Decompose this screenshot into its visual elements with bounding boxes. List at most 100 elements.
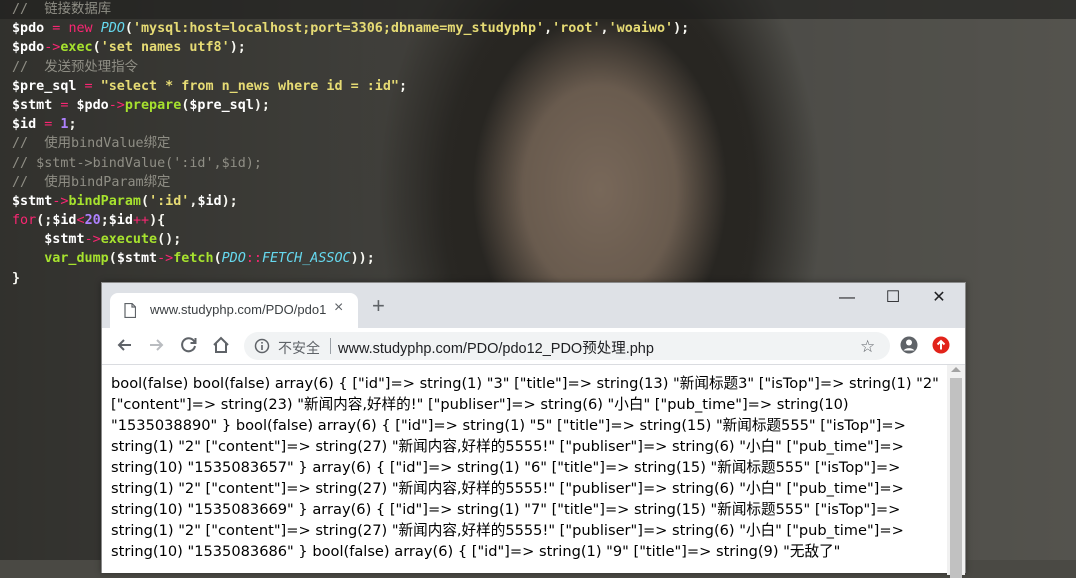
bookmark-star-icon[interactable]: ☆ — [860, 337, 875, 357]
code-line: $pdo = new PDO('mysql:host=localhost;por… — [12, 19, 689, 38]
vertical-scrollbar[interactable] — [947, 365, 965, 578]
code-token: 'set names utf8' — [100, 40, 230, 56]
code-line: $pre_sql = "select * from n_news where i… — [12, 77, 689, 96]
code-token: = — [76, 78, 101, 94]
code-token: // 链接数据库 — [12, 2, 112, 17]
security-label: 不安全 — [278, 340, 320, 356]
code-token: , — [600, 21, 609, 37]
address-bar[interactable]: 不安全 www.studyphp.com/PDO/pdo12_PDO预处理.ph… — [244, 332, 890, 360]
code-token: -> — [52, 193, 69, 209]
code-token: $pre_sql — [189, 97, 254, 113]
code-token: $stmt — [12, 193, 53, 209]
code-token: ); — [253, 97, 270, 113]
page-icon — [124, 303, 136, 318]
tab-title: www.studyphp.com/PDO/pdo1 — [150, 302, 327, 317]
code-token: $stmt — [44, 232, 85, 248]
code-line: // 发送预处理指令 — [12, 58, 689, 77]
code-token: $pre_sql — [12, 78, 77, 94]
code-token: $id — [12, 117, 37, 133]
update-arrow-icon[interactable] — [930, 334, 952, 356]
code-line: $id = 1; — [12, 115, 689, 134]
code-line: $stmt = $pdo->prepare($pre_sql); — [12, 96, 689, 115]
tab-close-icon[interactable]: × — [334, 299, 343, 317]
code-line: // 链接数据库 — [12, 0, 689, 19]
code-line: $stmt->execute(); — [12, 230, 689, 249]
code-token: (; — [36, 213, 53, 229]
new-tab-button[interactable]: + — [372, 295, 385, 317]
code-token: } — [12, 270, 21, 286]
code-token: $id — [52, 213, 77, 229]
url-text[interactable]: www.studyphp.com/PDO/pdo12_PDO预处理.php — [338, 337, 654, 358]
code-line: $stmt->bindParam(':id',$id); — [12, 192, 689, 211]
code-token: bindParam — [68, 193, 141, 209]
code-token: PDO — [221, 251, 246, 267]
maximize-button[interactable]: ☐ — [870, 287, 916, 309]
code-token: ( — [108, 251, 117, 267]
code-token: $id — [197, 193, 222, 209]
code-token: "select * from n_news where id = :id" — [100, 78, 399, 94]
code-token: -> — [84, 232, 101, 248]
code-line: var_dump($stmt->fetch(PDO::FETCH_ASSOC))… — [12, 249, 689, 268]
code-token: $pdo — [12, 40, 45, 56]
code-line: // 使用bindParam绑定 — [12, 173, 689, 192]
code-line: for(;$id<20;$id++){ — [12, 211, 689, 230]
code-token: ( — [213, 251, 222, 267]
page-content: bool(false) bool(false) array(6) { ["id"… — [102, 365, 947, 575]
var-dump-output: bool(false) bool(false) array(6) { ["id"… — [111, 375, 939, 560]
code-token: // $stmt->bindValue(':id',$id); — [12, 155, 262, 171]
code-token: ( — [124, 21, 133, 37]
code-token: // 发送预处理指令 — [12, 59, 138, 75]
code-token: )); — [350, 251, 375, 267]
code-token: 20 — [84, 213, 101, 229]
code-token: -> — [108, 97, 125, 113]
scrollbar-thumb[interactable] — [950, 378, 962, 578]
profile-avatar-icon[interactable] — [898, 334, 920, 356]
tab-bar: www.studyphp.com/PDO/pdo1 × + — ☐ ✕ — [102, 283, 965, 328]
code-token: new — [68, 21, 101, 37]
code-token: $pdo — [12, 21, 45, 37]
code-token: ++ — [132, 213, 150, 229]
code-token: execute — [100, 232, 158, 248]
code-token: // 使用bindValue绑定 — [12, 136, 171, 152]
info-icon[interactable] — [254, 338, 270, 354]
browser-window: www.studyphp.com/PDO/pdo1 × + — ☐ ✕ 不安全 — [101, 282, 966, 578]
code-token: = — [36, 117, 61, 133]
back-arrow-icon[interactable] — [114, 334, 136, 356]
code-token: ; — [398, 78, 408, 94]
code-token: ); — [673, 21, 690, 37]
code-token: = — [52, 97, 77, 113]
code-token: exec — [60, 40, 93, 56]
code-token: $stmt — [12, 97, 53, 113]
code-token: :: — [245, 251, 262, 267]
code-line: // $stmt->bindValue(':id',$id); — [12, 154, 689, 173]
code-token: ; — [100, 213, 109, 229]
code-lines: // 链接数据库 $pdo = new PDO('mysql:host=local… — [12, 0, 689, 288]
reload-icon[interactable] — [178, 334, 200, 356]
code-token: < — [76, 213, 85, 229]
code-token: for — [12, 213, 37, 229]
code-token: ){ — [149, 213, 166, 229]
code-token: ':id' — [149, 193, 190, 209]
browser-tab[interactable]: www.studyphp.com/PDO/pdo1 × — [110, 293, 358, 328]
code-token: $pdo — [76, 97, 109, 113]
code-token: $stmt — [116, 251, 158, 267]
code-token: ( — [141, 193, 150, 209]
close-window-button[interactable]: ✕ — [916, 287, 962, 309]
omnibox-divider — [330, 338, 331, 354]
code-token: = — [44, 21, 69, 37]
code-token: ); — [221, 193, 238, 209]
home-icon[interactable] — [210, 334, 232, 356]
code-token: 'woaiwo' — [608, 21, 674, 37]
code-token: FETCH_ASSOC — [261, 251, 351, 267]
code-line: $pdo->exec('set names utf8'); — [12, 38, 689, 57]
code-token: $id — [108, 213, 133, 229]
code-token: (); — [157, 232, 182, 248]
scroll-up-arrow-icon[interactable] — [951, 367, 961, 372]
code-token: 'root' — [552, 21, 601, 37]
code-token: fetch — [173, 251, 214, 267]
code-token: var_dump — [44, 251, 109, 267]
forward-arrow-icon[interactable] — [145, 334, 167, 356]
minimize-button[interactable]: — — [824, 287, 870, 309]
